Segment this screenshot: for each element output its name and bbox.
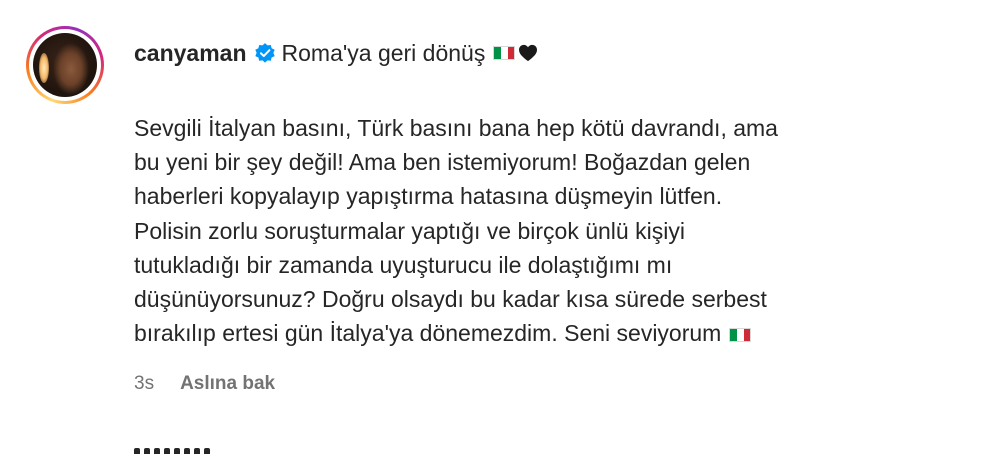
caption-line: tutukladığı bir zamanda uyuşturucu ile d… xyxy=(134,251,673,278)
see-translation-button[interactable]: Aslına bak xyxy=(180,373,275,395)
caption-body: Sevgili İtalyan basını, Türk basını bana… xyxy=(134,111,934,350)
caption-line-last: bırakılıp ertesi gün İtalya'ya dönemezdi… xyxy=(134,316,934,350)
avatar[interactable] xyxy=(26,26,104,104)
italy-flag-icon xyxy=(493,46,516,60)
avatar-photo xyxy=(33,33,97,97)
caption-title: Roma'ya geri dönüş xyxy=(281,39,486,66)
caption-line: Polisin zorlu soruşturmalar yaptığı ve b… xyxy=(134,217,685,244)
italy-flag-icon xyxy=(729,328,752,343)
comment-post: canyaman Roma'ya geri dönüş Sevgili İtal… xyxy=(0,0,998,454)
caption-line: haberleri kopyalayıp yapıştırma hatasına… xyxy=(134,183,723,210)
timestamp[interactable]: 3s xyxy=(134,373,154,395)
post-meta: 3s Aslına bak xyxy=(134,373,275,395)
caption-line: bu yeni bir şey değil! Ama ben istemiyor… xyxy=(134,149,751,176)
caption-line: Sevgili İtalyan basını, Türk basını bana… xyxy=(134,115,778,141)
post-header: canyaman Roma'ya geri dönüş xyxy=(134,35,538,71)
verified-badge-icon xyxy=(254,43,275,63)
username-link[interactable]: canyaman xyxy=(134,41,247,65)
next-comment-cutoff xyxy=(134,446,254,454)
black-heart-icon xyxy=(519,44,538,62)
caption-line: düşünüyorsunuz? Doğru olsaydı bu kadar k… xyxy=(134,286,767,313)
